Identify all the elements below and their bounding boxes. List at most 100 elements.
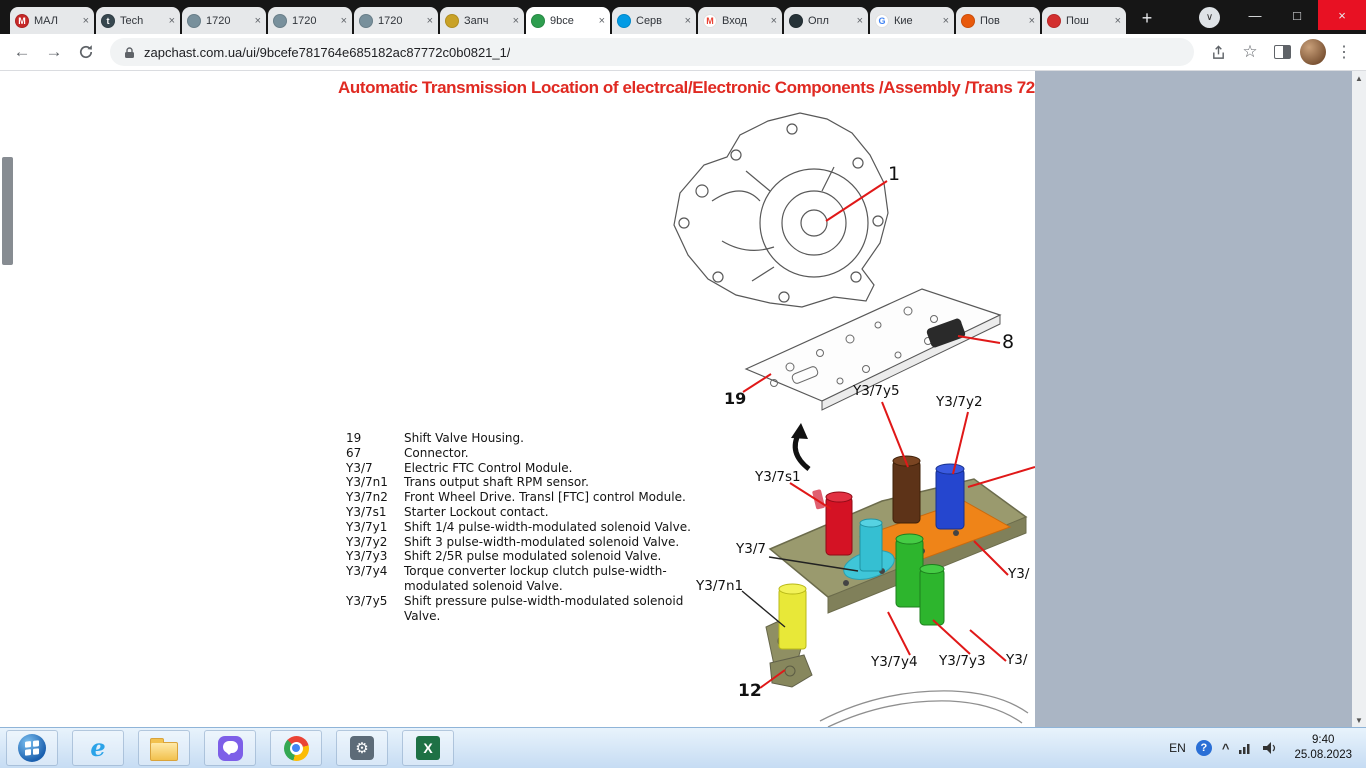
- window-minimize-button[interactable]: —: [1234, 0, 1276, 30]
- tab-title: МАЛ: [34, 15, 80, 27]
- tab-favicon-icon: [359, 14, 373, 28]
- callout-cut-right-bottom: Y3/: [1006, 652, 1027, 668]
- window-close-button[interactable]: ×: [1318, 0, 1366, 30]
- page-background-panel: [1035, 71, 1352, 727]
- legend-part-code: 67: [346, 446, 404, 461]
- oil-pan-outline: [820, 691, 1028, 727]
- tab-title: 1720: [292, 15, 338, 27]
- network-signal-icon[interactable]: [1239, 742, 1253, 754]
- tab-title: 1720: [378, 15, 424, 27]
- tab-close-icon[interactable]: ×: [685, 15, 691, 27]
- legend-item: Y3/7n1 Trans output shaft RPM sensor.: [346, 475, 702, 490]
- scroll-up-arrow-icon[interactable]: ▲: [1352, 71, 1366, 85]
- tab-favicon-icon: M: [703, 14, 717, 28]
- taskbar-file-explorer[interactable]: [138, 730, 190, 766]
- legend-part-code: Y3/7y3: [346, 549, 404, 564]
- taskbar-utility-app[interactable]: ⚙: [336, 730, 388, 766]
- volume-icon[interactable]: [1263, 742, 1278, 754]
- tab-close-icon[interactable]: ×: [771, 15, 777, 27]
- lock-icon: [124, 46, 135, 59]
- forward-button[interactable]: →: [40, 38, 68, 66]
- rotation-arrow: [791, 423, 809, 469]
- tab-title: Запч: [464, 15, 510, 27]
- tab-title: Серв: [636, 15, 682, 27]
- viber-icon: [218, 736, 243, 761]
- tab-title: 1720: [206, 15, 252, 27]
- tab-list: М МАЛ × t Tech × 1720 × 1720 ×: [10, 7, 1128, 34]
- legend-part-code: Y3/7y5: [346, 594, 404, 624]
- taskbar-viber[interactable]: [204, 730, 256, 766]
- tab-close-icon[interactable]: ×: [599, 15, 605, 27]
- taskbar-excel[interactable]: X: [402, 730, 454, 766]
- side-panel-button[interactable]: [1268, 38, 1296, 66]
- legend-part-code: Y3/7n1: [346, 475, 404, 490]
- clock-time: 9:40: [1294, 733, 1352, 748]
- browser-tab[interactable]: 1720 ×: [182, 7, 266, 34]
- tab-close-icon[interactable]: ×: [169, 15, 175, 27]
- browser-tab[interactable]: 1720 ×: [268, 7, 352, 34]
- start-button[interactable]: [6, 730, 58, 766]
- browser-tab[interactable]: 1720 ×: [354, 7, 438, 34]
- chevron-up-icon[interactable]: ^: [1222, 741, 1230, 756]
- image-heading: Automatic Transmission Location of elect…: [338, 78, 1035, 98]
- tab-favicon-icon: G: [875, 14, 889, 28]
- browser-tab[interactable]: Опл ×: [784, 7, 868, 34]
- tab-close-icon[interactable]: ×: [255, 15, 261, 27]
- callout-cut-right-middle: Y3/: [1008, 566, 1029, 582]
- back-button[interactable]: ←: [8, 38, 36, 66]
- tab-close-icon[interactable]: ×: [943, 15, 949, 27]
- browser-tab[interactable]: Серв ×: [612, 7, 696, 34]
- new-tab-button[interactable]: +: [1134, 5, 1160, 31]
- help-icon[interactable]: ?: [1196, 740, 1212, 756]
- browser-tab[interactable]: Запч ×: [440, 7, 524, 34]
- taskbar-clock[interactable]: 9:40 25.08.2023: [1294, 733, 1352, 763]
- callout-y3-7: Y3/7: [736, 541, 766, 557]
- tab-title: Пош: [1066, 15, 1112, 27]
- tab-favicon-icon: [187, 14, 201, 28]
- tab-title: Вход: [722, 15, 768, 27]
- callout-part-1: 1: [888, 163, 900, 185]
- tab-close-icon[interactable]: ×: [341, 15, 347, 27]
- tab-close-icon[interactable]: ×: [427, 15, 433, 27]
- taskbar-chrome[interactable]: [270, 730, 322, 766]
- page-viewport: Automatic Transmission Location of elect…: [0, 71, 1366, 727]
- tab-title: Опл: [808, 15, 854, 27]
- tab-search-chevron-icon[interactable]: ∨: [1199, 7, 1220, 28]
- scrollbar-thumb[interactable]: [2, 157, 13, 265]
- legend-part-code: Y3/7y4: [346, 564, 404, 594]
- tab-close-icon[interactable]: ×: [513, 15, 519, 27]
- browser-tab[interactable]: M Вход ×: [698, 7, 782, 34]
- page-scrollbar[interactable]: ▲ ▼: [1352, 71, 1366, 727]
- browser-tab[interactable]: М МАЛ ×: [10, 7, 94, 34]
- tab-close-icon[interactable]: ×: [1115, 15, 1121, 27]
- callout-y3-7s1: Y3/7s1: [755, 469, 801, 485]
- browser-tab[interactable]: G Кие ×: [870, 7, 954, 34]
- browser-tab[interactable]: t Tech ×: [96, 7, 180, 34]
- transmission-housing-drawing: [674, 113, 888, 307]
- legend-item: Y3/7y5 Shift pressure pulse-width-modula…: [346, 594, 702, 624]
- callout-part-12: 12: [738, 681, 762, 701]
- refresh-button[interactable]: [72, 38, 100, 66]
- windows-taskbar: e ⚙ X EN ? ^ 9:40 25.08.2023: [0, 727, 1366, 768]
- taskbar-internet-explorer[interactable]: e: [72, 730, 124, 766]
- tab-close-icon[interactable]: ×: [83, 15, 89, 27]
- language-indicator[interactable]: EN: [1169, 741, 1186, 755]
- profile-avatar[interactable]: [1300, 39, 1326, 65]
- browser-toolbar: ← → zapchast.com.ua/ui/9bcefe781764e6851…: [0, 34, 1366, 71]
- tab-close-icon[interactable]: ×: [1029, 15, 1035, 27]
- tab-title: Пов: [980, 15, 1026, 27]
- address-bar[interactable]: zapchast.com.ua/ui/9bcefe781764e685182ac…: [110, 38, 1194, 66]
- legend-item: Y3/7n2 Front Wheel Drive. Transl [FTC] c…: [346, 490, 702, 505]
- share-button[interactable]: [1204, 38, 1232, 66]
- window-maximize-button[interactable]: □: [1276, 0, 1318, 30]
- bookmark-star-button[interactable]: ☆: [1236, 38, 1264, 66]
- callout-y3-7n1: Y3/7n1: [696, 578, 743, 594]
- legend-part-desc: Front Wheel Drive. Transl [FTC] control …: [404, 490, 702, 505]
- legend-part-code: Y3/7y1: [346, 520, 404, 535]
- tab-close-icon[interactable]: ×: [857, 15, 863, 27]
- browser-tab[interactable]: Пош ×: [1042, 7, 1126, 34]
- browser-tab[interactable]: Пов ×: [956, 7, 1040, 34]
- browser-menu-button[interactable]: ⋮: [1330, 38, 1358, 66]
- scroll-down-arrow-icon[interactable]: ▼: [1352, 713, 1366, 727]
- browser-tab[interactable]: 9bce ×: [526, 7, 610, 34]
